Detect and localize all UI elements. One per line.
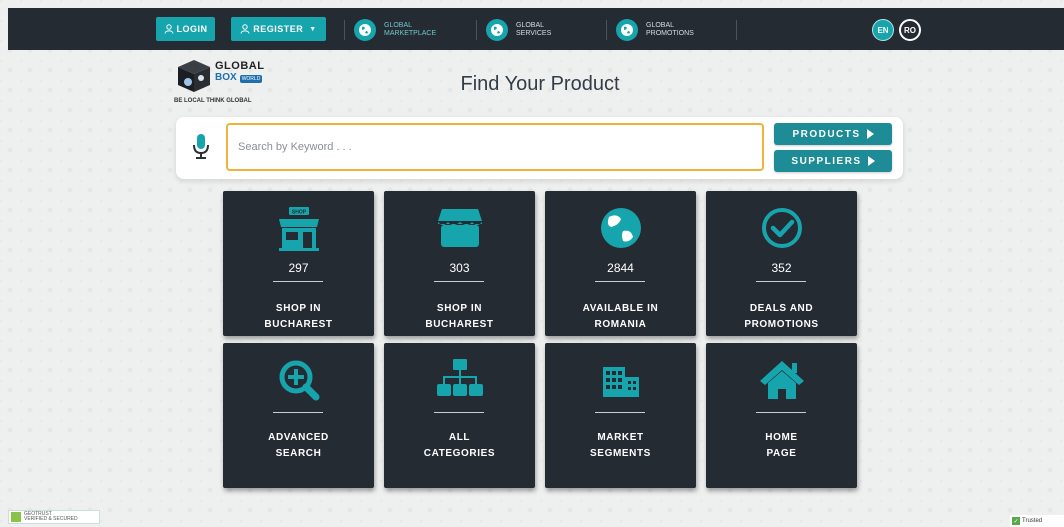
tile-label-line1: Deals and xyxy=(749,303,814,314)
tile-label-line2: Segments xyxy=(590,448,651,459)
nav-label-line1: Global xyxy=(384,22,413,29)
divider xyxy=(736,20,737,40)
tile-label-line2: Promotions xyxy=(744,319,819,330)
globe-icon xyxy=(486,19,508,41)
divider xyxy=(273,281,323,282)
suppliers-label: SUPPLIERS xyxy=(791,155,862,167)
tile-shop-in-bucharest[interactable]: SHOP 297 Shop in Bucharest xyxy=(223,191,374,336)
page-title: Find Your Product xyxy=(460,73,620,95)
shop-icon: SHOP xyxy=(278,207,319,251)
box-logo-icon xyxy=(178,60,210,92)
login-label: Login xyxy=(176,24,208,34)
tile-count: 297 xyxy=(288,261,309,275)
tile-label-line2: Bucharest xyxy=(264,319,333,330)
logo-subtitle: BOX xyxy=(215,72,237,83)
globe-icon xyxy=(354,19,376,41)
checkmark-icon: ✓ xyxy=(1012,517,1020,525)
register-dropdown-button[interactable]: Register ▼ xyxy=(231,17,326,41)
tile-label-line2: Bucharest xyxy=(425,319,494,330)
tile-label-line2: Categories xyxy=(423,448,496,459)
tile-label-line1: Home xyxy=(765,432,798,443)
tile-label-line1: Shop in xyxy=(436,303,483,314)
sitemap-icon xyxy=(436,359,483,396)
logo-tagline: BE LOCAL THINK GLOBAL xyxy=(174,98,252,104)
divider xyxy=(756,281,806,282)
tile-count: 352 xyxy=(771,261,792,275)
divider xyxy=(606,20,607,40)
search-input[interactable] xyxy=(226,123,764,171)
check-circle-icon xyxy=(761,208,802,248)
trusted-label: Trusted xyxy=(1022,518,1043,524)
store-icon xyxy=(437,209,482,247)
divider xyxy=(476,20,477,40)
nav-label-line1: Global xyxy=(516,22,545,29)
svg-text:SHOP: SHOP xyxy=(291,210,306,216)
register-label: Register xyxy=(253,24,304,34)
nav-label-line1: Global xyxy=(646,22,675,29)
logo-world-badge: WORLD xyxy=(240,75,262,83)
tile-label-line1: Shop in xyxy=(275,303,322,314)
user-icon xyxy=(164,24,173,34)
tile-label-line2: Romania xyxy=(594,319,647,330)
site-logo[interactable]: GLOBAL BOX WORLD BE LOCAL THINK GLOBAL xyxy=(172,58,272,108)
language-ro-button[interactable]: RO xyxy=(899,19,921,41)
tile-available-in-romania[interactable]: 2844 Available in Romania xyxy=(545,191,696,336)
divider xyxy=(344,20,345,40)
tile-deals-and-promotions[interactable]: 352 Deals and Promotions xyxy=(706,191,857,336)
trusted-badge[interactable]: ✓ Trusted xyxy=(1010,515,1064,527)
home-icon xyxy=(759,361,804,399)
tile-home-page[interactable]: Home Page xyxy=(706,343,857,488)
divider xyxy=(595,281,645,282)
search-plus-icon xyxy=(279,360,319,401)
shield-icon xyxy=(11,512,21,522)
divider xyxy=(595,412,645,413)
nav-label-line2: Promotions xyxy=(646,30,694,37)
logo-title: GLOBAL xyxy=(215,60,265,72)
divider xyxy=(756,412,806,413)
divider xyxy=(273,412,323,413)
globe-icon xyxy=(600,208,641,248)
play-arrow-icon xyxy=(867,156,875,166)
play-arrow-icon xyxy=(866,129,874,139)
language-en-button[interactable]: EN xyxy=(872,19,894,41)
tile-label-line1: All xyxy=(448,432,471,443)
divider xyxy=(434,281,484,282)
top-navigation-bar: Login Register ▼ Global Marketplace Glob… xyxy=(8,8,1064,50)
tile-label-line2: Page xyxy=(766,448,797,459)
tile-advanced-search[interactable]: Advanced Search xyxy=(223,343,374,488)
login-button[interactable]: Login xyxy=(156,17,215,41)
tile-all-categories[interactable]: All Categories xyxy=(384,343,535,488)
building-icon xyxy=(602,367,639,397)
nav-global-services[interactable]: Global Services xyxy=(486,19,576,41)
nav-global-promotions[interactable]: Global Promotions xyxy=(616,19,706,41)
security-seal-badge[interactable]: GEOTRUST VERIFIED & SECURED xyxy=(8,510,100,524)
globe-icon xyxy=(616,19,638,41)
nav-label-line2: Services xyxy=(516,30,552,37)
seal-line2: VERIFIED & SECURED xyxy=(24,516,78,522)
user-icon xyxy=(240,24,250,34)
tile-market-segments[interactable]: Market Segments xyxy=(545,343,696,488)
tile-label-line1: Advanced xyxy=(268,432,329,443)
tile-label-line2: Search xyxy=(275,448,322,459)
tile-count: 303 xyxy=(449,261,470,275)
microphone-icon[interactable] xyxy=(192,133,210,161)
search-suppliers-button[interactable]: SUPPLIERS xyxy=(774,150,892,172)
search-panel: PRODUCTS SUPPLIERS xyxy=(176,117,903,179)
nav-global-marketplace[interactable]: Global Marketplace xyxy=(354,19,444,41)
caret-down-icon: ▼ xyxy=(309,25,317,33)
nav-label-line2: Marketplace xyxy=(384,30,437,37)
divider xyxy=(434,412,484,413)
tile-count: 2844 xyxy=(607,261,634,275)
search-products-button[interactable]: PRODUCTS xyxy=(774,123,892,145)
tile-label-line1: Market xyxy=(597,432,644,443)
tile-shop-in-bucharest-2[interactable]: 303 Shop in Bucharest xyxy=(384,191,535,336)
tile-label-line1: Available in xyxy=(582,303,659,314)
products-label: PRODUCTS xyxy=(792,128,861,140)
